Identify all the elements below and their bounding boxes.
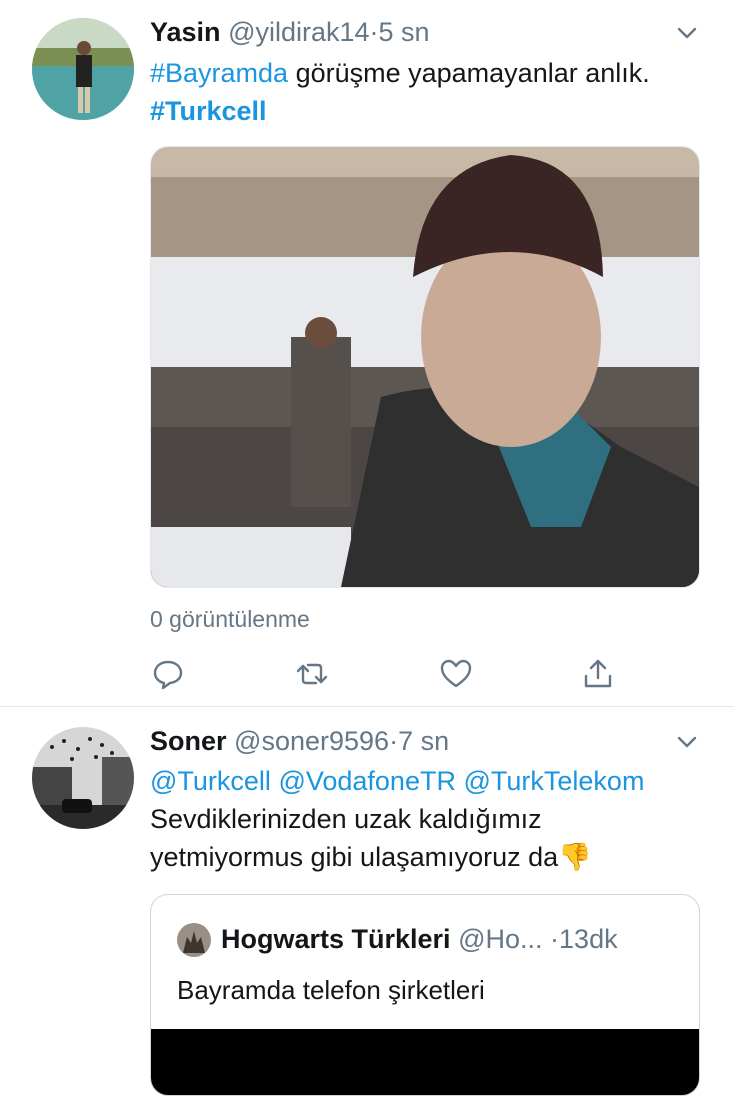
mentions-line: @Turkcell @VodafoneTR @TurkTelekom xyxy=(150,762,704,800)
tweet-header: Yasin @yildirak14·5 sn xyxy=(150,16,674,48)
quote-text: Bayramda telefon şirketleri xyxy=(177,975,485,1005)
tweet-soner[interactable]: Soner @soner9596·7 sn @Turkcell @Vodafon… xyxy=(0,707,734,1096)
separator-dot: · xyxy=(389,726,399,756)
tweet-yasin[interactable]: Yasin @yildirak14·5 sn #Bayramda görüşme… xyxy=(0,0,734,706)
quoted-tweet[interactable]: Hogwarts Türkleri @Ho... ·13dk Bayramda … xyxy=(150,894,700,1096)
tweet-text: @Turkcell @VodafoneTR @TurkTelekom Sevdi… xyxy=(150,762,704,876)
action-bar xyxy=(150,656,620,692)
quote-timestamp[interactable]: 13dk xyxy=(559,924,618,954)
like-icon[interactable] xyxy=(438,656,474,692)
tweet-text-body: Sevdiklerinizden uzak kaldığımız yetmiyo… xyxy=(150,804,559,872)
user-handle[interactable]: @soner9596 xyxy=(234,726,389,756)
retweet-icon[interactable] xyxy=(294,656,330,692)
reply-icon[interactable] xyxy=(150,656,186,692)
hashtag-bayramda[interactable]: #Bayramda xyxy=(150,58,288,88)
quote-user-handle[interactable]: @Ho... xyxy=(458,924,542,954)
avatar-photo xyxy=(32,727,134,829)
quote-avatar[interactable] xyxy=(177,923,211,957)
avatar[interactable] xyxy=(32,727,134,829)
avatar-photo xyxy=(32,18,134,120)
video-media[interactable] xyxy=(150,146,700,588)
tweet-text: #Bayramda görüşme yapamayanlar anlık. #T… xyxy=(150,54,704,130)
quote-display-name[interactable]: Hogwarts Türkleri xyxy=(221,924,451,954)
separator-dot: · xyxy=(550,924,560,954)
tweet-header: Soner @soner9596·7 sn xyxy=(150,725,674,757)
timestamp[interactable]: 7 sn xyxy=(398,726,449,756)
user-handle[interactable]: @yildirak14 xyxy=(228,17,369,47)
chevron-down-icon[interactable] xyxy=(674,729,700,755)
view-count: 0 görüntülenme xyxy=(150,606,310,632)
mention-turkcell[interactable]: @Turkcell xyxy=(150,766,271,796)
display-name[interactable]: Yasin xyxy=(150,17,221,47)
timestamp[interactable]: 5 sn xyxy=(379,17,430,47)
chevron-down-icon[interactable] xyxy=(674,20,700,46)
hashtag-turkcell[interactable]: #Turkcell xyxy=(150,96,267,126)
share-icon[interactable] xyxy=(580,656,616,692)
display-name[interactable]: Soner xyxy=(150,726,227,756)
avatar[interactable] xyxy=(32,18,134,120)
tweet-text-body: görüşme yapamayanlar anlık. xyxy=(288,58,650,88)
video-thumbnail xyxy=(151,147,699,587)
thumbs-down-emoji: 👎 xyxy=(558,842,592,872)
quote-media[interactable] xyxy=(151,1029,699,1095)
separator-dot: · xyxy=(369,17,379,47)
quote-header: Hogwarts Türkleri @Ho... ·13dk xyxy=(221,921,618,957)
mention-vodafonetr[interactable]: @VodafoneTR xyxy=(278,766,456,796)
mention-turktelekom[interactable]: @TurkTelekom xyxy=(463,766,644,796)
